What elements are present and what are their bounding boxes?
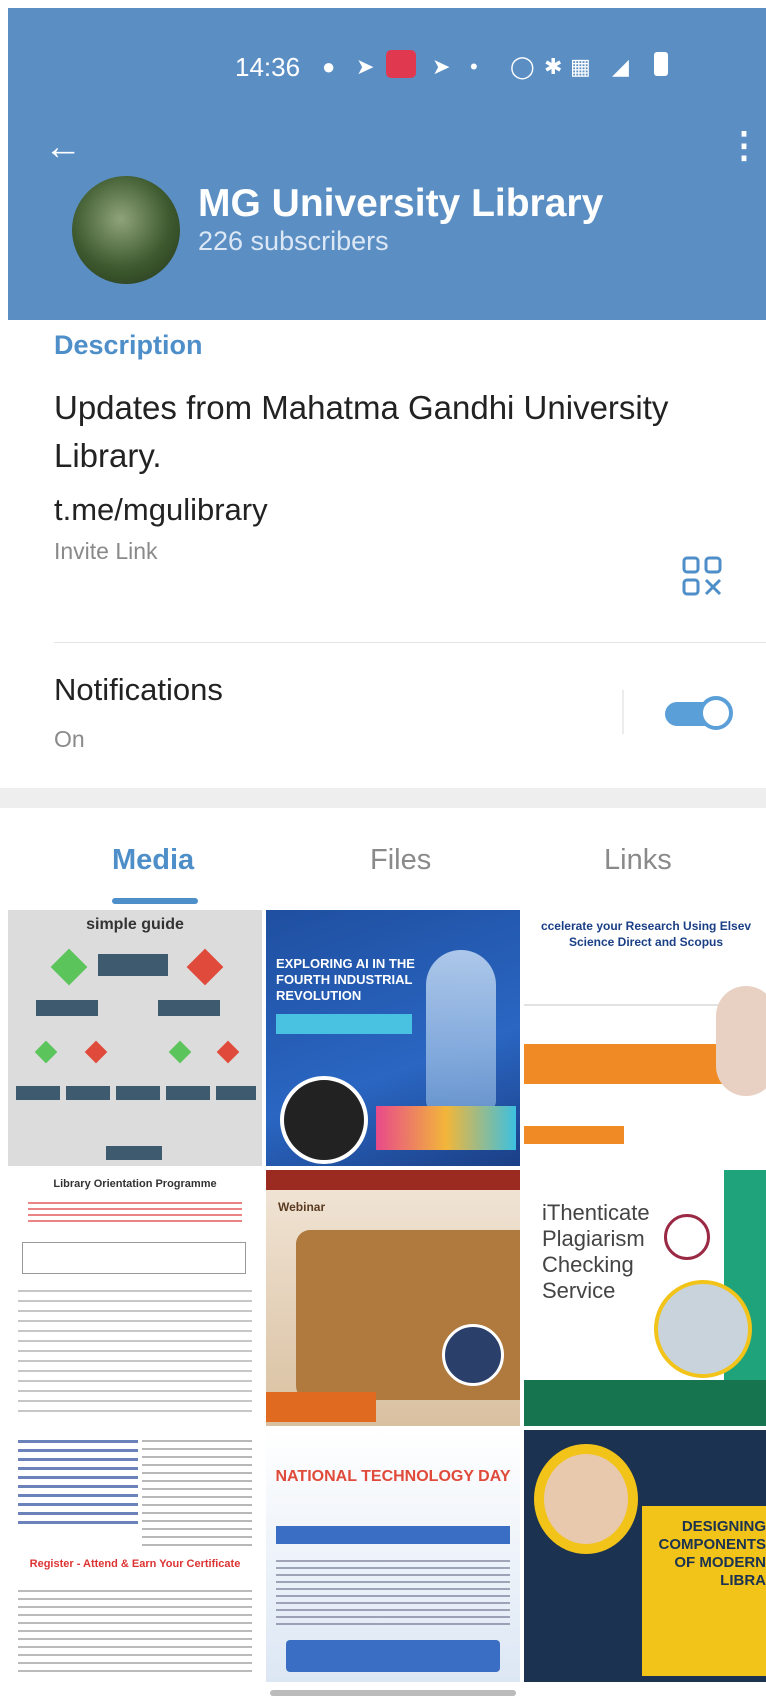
media-thumbnail-6[interactable]: iThenticate Plagiarism Checking Service: [524, 1170, 766, 1426]
subscriber-count: 226 subscribers: [198, 226, 389, 256]
orange-banner: [524, 1044, 724, 1084]
notifications-state: On: [54, 726, 85, 752]
alarm-icon: ◯: [510, 54, 535, 79]
thumbnail-caption: simple guide: [86, 916, 184, 933]
media-thumbnail-1[interactable]: simple guide: [8, 910, 262, 1166]
media-thumbnail-4[interactable]: Library Orientation Programme: [8, 1170, 262, 1426]
media-thumbnail-7[interactable]: Register - Attend & Earn Your Certificat…: [8, 1430, 262, 1682]
tab-files[interactable]: Files: [370, 844, 431, 877]
status-time: 14:36: [235, 52, 301, 82]
red-text-lines: [28, 1202, 242, 1222]
signal-icon: ◢: [612, 54, 629, 79]
banner-stripe: [276, 1014, 412, 1034]
media-thumbnail-3[interactable]: ccelerate your Research Using Elsev Scie…: [524, 910, 766, 1166]
text-lines: [18, 1290, 252, 1416]
diamond-shape: [84, 1040, 108, 1064]
diamond-shape: [34, 1040, 58, 1064]
battery-icon: [654, 52, 668, 76]
back-arrow-icon[interactable]: ←: [44, 126, 82, 169]
media-thumbnail-8[interactable]: NATIONAL TECHNOLOGY DAY: [266, 1430, 520, 1682]
flow-box: [158, 1000, 220, 1016]
text-lines: [18, 1440, 138, 1530]
logo-strip: [376, 1106, 516, 1150]
orange-banner: [524, 1126, 624, 1144]
tab-media[interactable]: Media: [112, 844, 194, 877]
diamond-shape: [186, 948, 224, 986]
more-options-icon[interactable]: ⋮: [726, 124, 762, 166]
table-lines: [142, 1440, 252, 1550]
media-thumbnail-9[interactable]: DESIGNING COMPONENTS OF MODERN LIBRA: [524, 1430, 766, 1682]
dot-icon: •: [470, 54, 478, 79]
university-seal: [664, 1214, 710, 1260]
magnifier-photo: [654, 1280, 752, 1378]
thumbnail-caption: Webinar: [278, 1200, 326, 1214]
description-label: Description: [54, 330, 203, 360]
title-bar: [266, 1170, 520, 1190]
thumbnail-caption: EXPLORING AI IN THE FOURTH INDUSTRIAL RE…: [276, 956, 415, 1003]
invite-link-label: Invite Link: [54, 538, 158, 564]
flow-box: [98, 954, 168, 976]
speaker-photo: [716, 986, 766, 1096]
telegram-outline-icon: ➤: [432, 54, 451, 79]
qr-code-icon[interactable]: [682, 556, 722, 596]
notification-app-icon: [386, 50, 416, 78]
channel-header: 14:36 ● ➤ ➤ • ◯ ✱ ▦ ◢ ← ⋮ MG University …: [8, 8, 766, 320]
divider: [54, 642, 766, 643]
thumbnail-caption: ccelerate your Research Using Elsev Scie…: [540, 919, 752, 949]
notifications-label: Notifications: [54, 672, 223, 707]
green-footer: [524, 1380, 766, 1426]
status-bar: 14:36 ● ➤ ➤ • ◯ ✱ ▦ ◢: [8, 46, 766, 86]
media-thumbnail-5[interactable]: Webinar: [266, 1170, 520, 1426]
invite-link[interactable]: t.me/mgulibrary: [54, 492, 268, 528]
channel-title: MG University Library: [198, 182, 604, 225]
chat-bubble-icon: ●: [322, 54, 336, 79]
tab-indicator: [112, 898, 198, 904]
speaker-photo: [544, 1454, 628, 1544]
orange-banner: [266, 1392, 376, 1422]
text-lines: [18, 1590, 252, 1674]
diamond-shape: [216, 1040, 240, 1064]
text-lines: [276, 1560, 510, 1630]
blue-bar: [276, 1526, 510, 1544]
media-tabs: Media Files Links: [0, 808, 766, 908]
telegram-icon: ➤: [356, 54, 375, 79]
description-text: Updates from Mahatma Gandhi University L…: [54, 389, 669, 474]
diamond-shape: [168, 1040, 192, 1064]
robot-hand-image: [426, 950, 496, 1110]
speaker-photo: [280, 1076, 368, 1164]
media-thumbnail-2[interactable]: EXPLORING AI IN THE FOURTH INDUSTRIAL RE…: [266, 910, 520, 1166]
blue-box: [286, 1640, 500, 1672]
notice-box: [22, 1242, 246, 1274]
toggle-knob: [699, 696, 733, 730]
flow-row: [16, 1086, 256, 1100]
thumbnail-caption: NATIONAL TECHNOLOGY DAY: [275, 1468, 511, 1485]
notifications-toggle[interactable]: [665, 696, 735, 730]
channel-avatar[interactable]: [72, 176, 180, 284]
section-gap: [0, 788, 766, 808]
speaker-photo: [442, 1324, 504, 1386]
data-icon: ▦: [570, 54, 591, 79]
thumbnail-caption: DESIGNING COMPONENTS OF MODERN LIBRA: [658, 1518, 766, 1589]
flow-box: [36, 1000, 98, 1016]
tab-links[interactable]: Links: [604, 844, 672, 877]
thumbnail-caption: Library Orientation Programme: [53, 1178, 217, 1190]
thumbnail-caption: Register - Attend & Earn Your Certificat…: [29, 1558, 241, 1570]
flow-box: [106, 1146, 162, 1160]
diamond-shape: [50, 948, 88, 986]
separator: [622, 690, 624, 734]
bluetooth-icon: ✱: [544, 54, 563, 79]
home-indicator[interactable]: [270, 1690, 516, 1696]
